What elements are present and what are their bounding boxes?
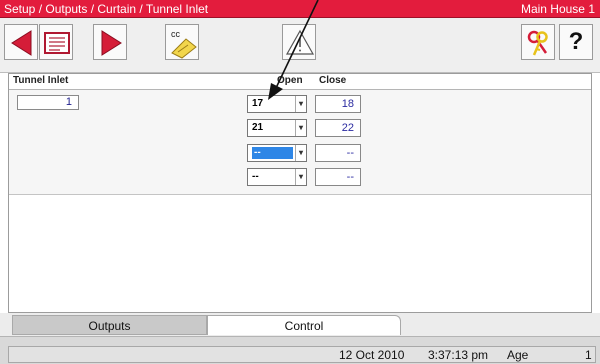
open-select-2[interactable]: 21 ▾ [247, 119, 307, 137]
title-bar: Setup / Outputs / Curtain / Tunnel Inlet… [0, 0, 600, 18]
warning-icon [285, 29, 315, 55]
keys-icon [527, 30, 548, 56]
cc-icon: cc [171, 29, 197, 59]
close-field-1[interactable]: 18 [315, 95, 361, 113]
chevron-down-icon: ▾ [295, 120, 306, 136]
status-age-label: Age [507, 348, 529, 362]
back-button[interactable] [4, 24, 38, 60]
cc-label: cc [171, 29, 181, 39]
status-bar: 12 Oct 2010 3:37:13 pm Age 1 [0, 336, 600, 364]
arrow-left-icon [11, 30, 32, 56]
close-field-2[interactable]: 22 [315, 119, 361, 137]
tab-bar: Outputs Control [0, 313, 600, 336]
house-name: Main House 1 [520, 2, 595, 16]
open-select-4[interactable]: -- ▾ [247, 168, 307, 186]
forward-button[interactable] [93, 24, 127, 60]
arrow-right-icon [101, 30, 122, 56]
open-select-3[interactable]: -- ▾ [247, 144, 307, 162]
header-open: Open [277, 75, 303, 86]
status-inner: 12 Oct 2010 3:37:13 pm Age 1 [8, 346, 596, 363]
open-value-3: -- [252, 147, 293, 159]
header-tunnel-inlet: Tunnel Inlet [13, 75, 69, 86]
chevron-down-icon: ▾ [295, 145, 306, 161]
table-rows: 1 17 ▾ 18 21 ▾ 22 -- ▾ -- -- ▾ -- [9, 90, 591, 195]
chevron-down-icon: ▾ [295, 96, 306, 112]
open-select-1[interactable]: 17 ▾ [247, 95, 307, 113]
cc-button[interactable]: cc [165, 24, 199, 60]
tab-control[interactable]: Control [207, 315, 401, 335]
status-date: 12 Oct 2010 [339, 348, 405, 362]
list-icon [44, 32, 70, 54]
tab-outputs[interactable]: Outputs [12, 315, 207, 335]
breadcrumb: Setup / Outputs / Curtain / Tunnel Inlet [4, 2, 209, 16]
keys-button[interactable] [521, 24, 555, 60]
tunnel-inlet-panel: Tunnel Inlet Open Close 1 17 ▾ 18 21 ▾ 2… [8, 73, 592, 313]
table-header: Tunnel Inlet Open Close [9, 74, 591, 90]
close-field-3[interactable]: -- [315, 144, 361, 162]
toolbar: cc ? [0, 18, 600, 73]
status-age-value: 1 [585, 348, 592, 362]
open-value-4: -- [252, 171, 259, 182]
list-button[interactable] [39, 24, 73, 60]
open-value-2: 21 [252, 122, 264, 133]
chevron-down-icon: ▾ [295, 169, 306, 185]
tunnel-inlet-id: 1 [17, 95, 79, 110]
header-close: Close [319, 75, 347, 86]
help-icon: ? [568, 28, 584, 55]
status-time: 3:37:13 pm [428, 348, 489, 362]
open-value-1: 17 [252, 98, 264, 109]
close-field-4[interactable]: -- [315, 168, 361, 186]
alarm-button[interactable] [282, 24, 316, 60]
help-button[interactable]: ? [559, 24, 593, 60]
